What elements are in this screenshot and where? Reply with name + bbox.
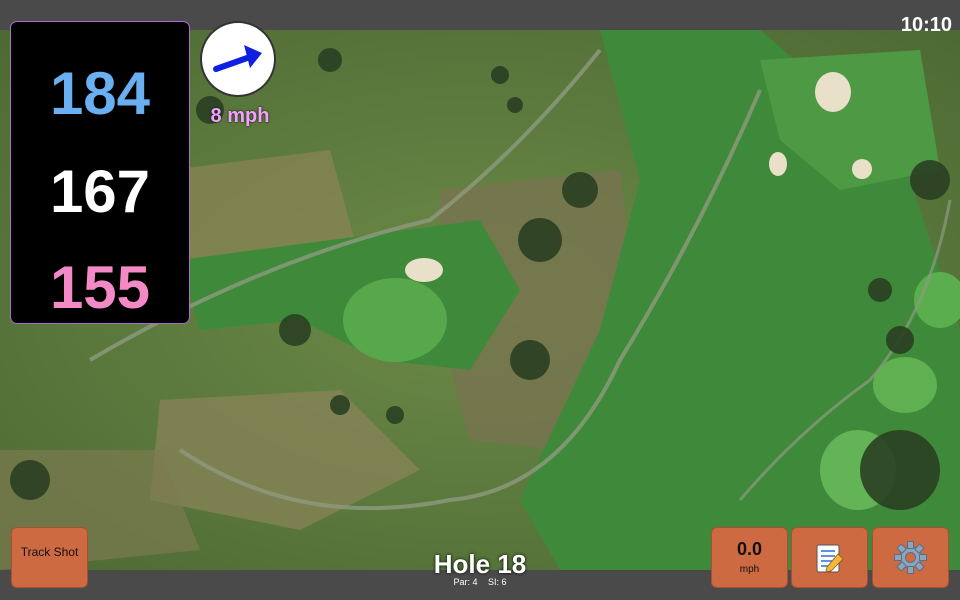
wind-unit: mph bbox=[739, 564, 760, 575]
wind-indicator bbox=[202, 23, 274, 95]
hole-stroke-index: SI: 6 bbox=[488, 577, 507, 587]
track-shot-button[interactable]: Track Shot bbox=[12, 528, 87, 587]
track-shot-label: Track Shot bbox=[20, 545, 79, 559]
back-distance: 184 bbox=[49, 60, 151, 127]
gear-icon bbox=[894, 541, 927, 574]
middle-distance: 167 bbox=[49, 158, 151, 225]
wind-speed-label: 8 mph bbox=[210, 105, 270, 127]
wind-value: 0.0 bbox=[736, 539, 763, 559]
clock: 10:10 bbox=[900, 14, 952, 36]
hole-info: Par: 4 SI: 6 bbox=[400, 577, 560, 587]
front-distance: 155 bbox=[49, 254, 151, 321]
hole-title: Hole 18 bbox=[433, 549, 527, 579]
notes-button[interactable] bbox=[792, 528, 867, 587]
notepad-icon bbox=[816, 544, 844, 573]
hole-par: Par: 4 bbox=[453, 577, 478, 587]
settings-button[interactable] bbox=[873, 528, 948, 587]
distance-panel: 184 167 155 bbox=[11, 22, 189, 323]
wind-speed-button[interactable]: 0.0 mph bbox=[712, 528, 787, 587]
wind-arrow-icon bbox=[213, 45, 262, 72]
